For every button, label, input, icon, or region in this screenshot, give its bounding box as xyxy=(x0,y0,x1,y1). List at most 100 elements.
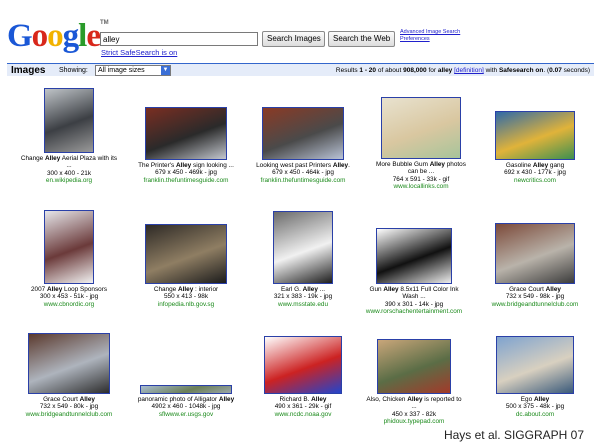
image-result[interactable]: 2007 Alley Loop Sponsors 300 x 453 - 51k… xyxy=(10,210,128,308)
result-caption[interactable]: Ego Alley xyxy=(476,396,594,403)
image-result[interactable]: Gasoline Alley gang 692 x 430 - 177k - j… xyxy=(476,111,594,184)
result-meta: 490 x 361 - 29k - gif xyxy=(274,403,332,411)
safesearch-link[interactable]: Strict SafeSearch is on xyxy=(101,48,177,57)
result-site[interactable]: www.ncdc.noaa.gov xyxy=(244,411,362,418)
results-with: with xyxy=(483,67,499,74)
image-size-select[interactable]: All image sizes ▼ xyxy=(95,65,171,76)
result-caption[interactable]: 2007 Alley Loop Sponsors xyxy=(10,286,128,293)
image-result[interactable]: Looking west past Printers Alley. 679 x … xyxy=(244,107,362,184)
result-site[interactable]: sflwww.er.usgs.gov xyxy=(127,411,245,418)
result-site[interactable]: www.rorschachentertainment.com xyxy=(355,308,473,315)
result-site[interactable]: newcritics.com xyxy=(476,177,594,184)
image-thumbnail[interactable] xyxy=(495,223,575,284)
result-caption-cont[interactable]: Wash ... xyxy=(355,293,473,300)
result-meta: 321 x 383 - 19k - jpg xyxy=(273,293,333,301)
image-thumbnail[interactable] xyxy=(262,107,344,160)
image-size-select-value: All image sizes xyxy=(98,67,145,74)
result-site[interactable]: infopedia.nlb.gov.sg xyxy=(127,301,245,308)
google-logo[interactable]: GoogleTM xyxy=(7,20,109,53)
logo-trademark: TM xyxy=(100,20,109,26)
image-result[interactable]: Change Alley : interior 550 x 413 - 98k … xyxy=(127,224,245,308)
result-meta: 4902 x 460 - 1048k - jpg xyxy=(151,403,221,411)
results-mid: of about xyxy=(376,67,404,74)
result-caption[interactable]: Grace Court Alley xyxy=(10,396,128,403)
result-site[interactable]: www.locallinks.com xyxy=(362,183,480,190)
result-site[interactable]: franklin.thefuntimesguide.com xyxy=(244,177,362,184)
result-site[interactable]: franklin.thefuntimesguide.com xyxy=(127,177,245,184)
result-meta: 550 x 413 - 98k xyxy=(163,293,209,301)
result-caption[interactable]: panoramic photo of Alligator Alley xyxy=(127,396,245,403)
result-caption[interactable]: Earl G. Alley ... xyxy=(244,286,362,293)
image-thumbnail[interactable] xyxy=(381,97,461,159)
image-thumbnail[interactable] xyxy=(496,336,574,394)
result-caption[interactable]: Change Alley : interior xyxy=(127,286,245,293)
logo-letter: e xyxy=(86,18,101,54)
image-result[interactable]: More Bubble Gum Alley photos can be ... … xyxy=(362,97,480,190)
image-thumbnail[interactable] xyxy=(273,211,333,284)
image-thumbnail[interactable] xyxy=(377,339,451,394)
result-site[interactable]: www.bridgeandtunnelclub.com xyxy=(10,411,128,418)
safesearch-status: Safesearch on xyxy=(498,67,544,74)
image-thumbnail[interactable] xyxy=(264,336,342,394)
result-site[interactable]: www.msstate.edu xyxy=(244,301,362,308)
image-result[interactable]: Ego Alley 500 x 375 - 48k - jpg dc.about… xyxy=(476,336,594,418)
image-thumbnail[interactable] xyxy=(44,88,94,153)
results-query: alley xyxy=(437,67,453,74)
result-site[interactable]: www.bridgeandtunnelclub.com xyxy=(476,301,594,308)
result-caption[interactable]: The Printer's Alley sign looking ... xyxy=(127,162,245,169)
logo-letter: o xyxy=(47,18,63,54)
results-summary: Results 1 - 20 of about 908,000 for alle… xyxy=(336,67,590,74)
image-thumbnail[interactable] xyxy=(28,333,110,394)
image-result[interactable]: Earl G. Alley ... 321 x 383 - 19k - jpg … xyxy=(244,211,362,308)
advanced-links: Advanced Image Search Preferences xyxy=(400,29,460,42)
result-caption[interactable]: Gasoline Alley gang xyxy=(476,162,594,169)
result-caption-cont[interactable]: ... xyxy=(355,403,473,410)
result-site[interactable]: en.wikipedia.org xyxy=(10,177,128,184)
image-result[interactable]: Grace Court Alley 732 x 549 - 98k - jpg … xyxy=(476,223,594,308)
result-meta: 300 x 400 - 21k xyxy=(46,169,92,177)
search-input[interactable] xyxy=(100,32,258,46)
showing-label: Showing: xyxy=(59,67,88,74)
image-thumbnail[interactable] xyxy=(376,228,452,284)
result-caption[interactable]: Gun Alley 8.5x11 Full Color Ink xyxy=(355,286,473,293)
result-site[interactable]: www.cbnordic.org xyxy=(10,301,128,308)
image-thumbnail[interactable] xyxy=(44,210,94,284)
citation-credit: Hays et al. SIGGRAPH 07 xyxy=(443,428,584,442)
results-time: 0.07 xyxy=(549,67,562,74)
image-result[interactable]: Change Alley Aerial Plaza with its ... 3… xyxy=(10,88,128,184)
image-result[interactable]: Gun Alley 8.5x11 Full Color Ink Wash ...… xyxy=(355,228,473,315)
image-thumbnail[interactable] xyxy=(140,385,232,394)
result-caption[interactable]: More Bubble Gum Alley photos xyxy=(362,161,480,168)
result-meta: 300 x 453 - 51k - jpg xyxy=(39,293,99,301)
definition-link[interactable]: [definition] xyxy=(454,67,484,74)
results-bar: Images Showing: All image sizes ▼ Result… xyxy=(7,63,594,76)
image-result[interactable]: panoramic photo of Alligator Alley 4902 … xyxy=(127,385,245,418)
result-meta: 500 x 375 - 48k - jpg xyxy=(505,403,565,411)
logo-letter: o xyxy=(31,18,48,54)
search-images-button[interactable]: Search Images xyxy=(262,31,325,47)
image-thumbnail[interactable] xyxy=(145,107,227,160)
image-result[interactable]: The Printer's Alley sign looking ... 679… xyxy=(127,107,245,184)
results-prefix: Results xyxy=(335,67,360,74)
image-thumbnail[interactable] xyxy=(495,111,575,160)
preferences-link[interactable]: Preferences xyxy=(400,36,460,43)
result-site[interactable]: phidoux.typepad.com xyxy=(355,418,473,425)
advanced-image-search-link[interactable]: Advanced Image Search xyxy=(400,29,460,36)
image-result[interactable]: Richard B. Alley 490 x 361 - 29k - gif w… xyxy=(244,336,362,418)
image-thumbnail[interactable] xyxy=(145,224,227,284)
result-caption[interactable]: Change Alley Aerial Plaza with its xyxy=(10,155,128,162)
result-site[interactable]: dc.about.com xyxy=(476,411,594,418)
result-meta: 692 x 430 - 177k - jpg xyxy=(504,169,566,177)
result-caption[interactable]: Grace Court Alley xyxy=(476,286,594,293)
result-caption-cont[interactable]: ... xyxy=(10,162,128,169)
chevron-down-icon[interactable]: ▼ xyxy=(161,66,170,75)
result-caption[interactable]: Richard B. Alley xyxy=(244,396,362,403)
result-caption-cont[interactable]: can be ... xyxy=(362,168,480,175)
logo-letter: l xyxy=(78,18,87,54)
result-caption[interactable]: Also, Chicken Alley is reported to xyxy=(355,396,473,403)
image-result[interactable]: Also, Chicken Alley is reported to ... 4… xyxy=(355,339,473,425)
result-caption[interactable]: Looking west past Printers Alley. xyxy=(244,162,362,169)
search-web-button[interactable]: Search the Web xyxy=(328,31,395,47)
image-result[interactable]: Grace Court Alley 732 x 549 - 80k - jpg … xyxy=(10,333,128,418)
result-meta: 679 x 450 - 469k - jpg xyxy=(155,169,217,177)
